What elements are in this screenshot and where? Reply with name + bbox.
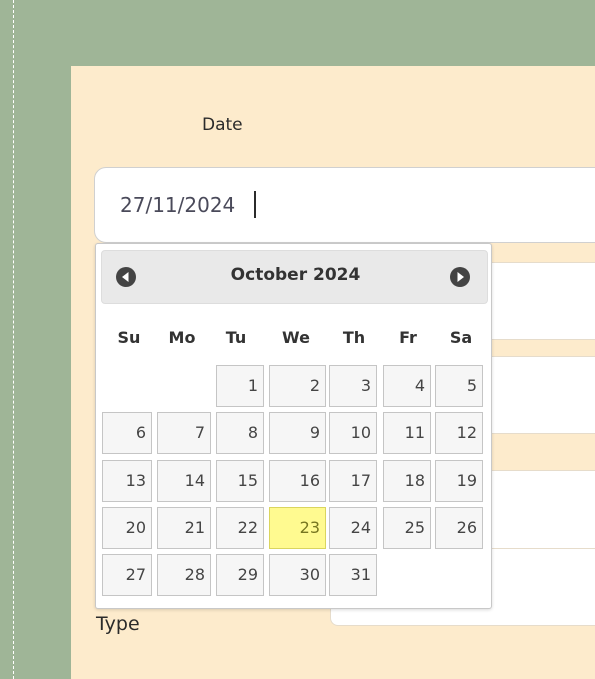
date-label: Date [202,115,243,135]
text-caret [254,191,256,218]
day-cell[interactable]: 2 [269,365,326,407]
day-cell[interactable]: 31 [329,554,377,596]
weekday-header: We [282,328,310,347]
day-cell[interactable]: 13 [102,460,152,502]
weekday-header: Su [117,328,141,347]
window-edge [0,0,7,679]
weekday-header: Mo [168,328,196,347]
day-cell[interactable]: 7 [157,412,211,454]
day-cell[interactable]: 27 [102,554,152,596]
day-cell[interactable]: 25 [383,507,431,549]
dashed-divider [13,0,14,679]
day-cell[interactable]: 20 [102,507,152,549]
day-cell[interactable]: 28 [157,554,211,596]
circle-triangle-right-icon [450,267,470,287]
date-input[interactable] [94,167,595,243]
day-cell[interactable]: 19 [435,460,483,502]
day-cell[interactable]: 15 [216,460,264,502]
day-cell[interactable]: 30 [269,554,326,596]
type-label: Type [96,613,140,635]
day-cell[interactable]: 21 [157,507,211,549]
weekday-header: Tu [225,328,247,347]
day-cell[interactable]: 8 [216,412,264,454]
day-cell[interactable]: 26 [435,507,483,549]
day-cell[interactable]: 17 [329,460,377,502]
day-cell[interactable]: 18 [383,460,431,502]
day-cell[interactable]: 6 [102,412,152,454]
day-cell[interactable]: 24 [329,507,377,549]
day-cell[interactable]: 1 [216,365,264,407]
day-cell[interactable]: 4 [383,365,431,407]
day-cell[interactable]: 23 [269,507,326,549]
day-cell[interactable]: 29 [216,554,264,596]
next-month-button[interactable] [448,265,472,289]
day-cell[interactable]: 9 [269,412,326,454]
day-cell[interactable]: 12 [435,412,483,454]
day-cell[interactable]: 16 [269,460,326,502]
day-cell[interactable]: 10 [329,412,377,454]
weekday-header: Sa [449,328,473,347]
weekday-header: Th [342,328,366,347]
day-cell[interactable]: 22 [216,507,264,549]
day-cell[interactable]: 11 [383,412,431,454]
day-cell[interactable]: 5 [435,365,483,407]
datepicker-header: October 2024 [101,250,488,304]
day-cell[interactable]: 14 [157,460,211,502]
weekday-header: Fr [399,328,417,347]
day-cell[interactable]: 3 [329,365,377,407]
datepicker-month-title: October 2024 [230,265,361,285]
datepicker-popup: October 2024 Su Mo Tu We Th Fr Sa 123456… [95,243,492,609]
